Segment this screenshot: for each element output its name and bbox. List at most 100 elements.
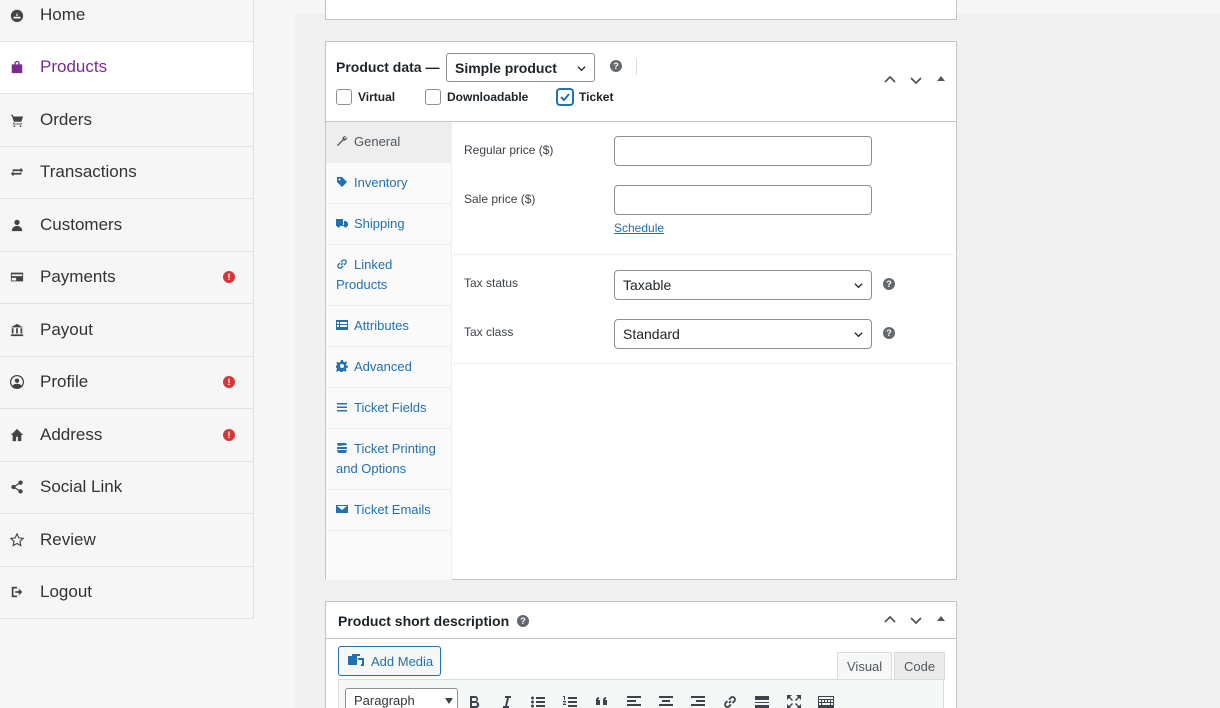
- logout-icon: [10, 585, 24, 599]
- ticket-checkbox-row[interactable]: Ticket: [557, 89, 613, 105]
- alert-badge: !: [223, 271, 235, 284]
- regular-price-label: Regular price ($): [464, 143, 554, 157]
- tab-linked-products[interactable]: Linked Products: [326, 245, 451, 306]
- tab-ticket-emails[interactable]: Ticket Emails: [326, 490, 451, 531]
- bag-icon: [10, 60, 24, 74]
- tax-status-value: Taxable: [623, 277, 672, 293]
- sidebar-item-label: Profile: [40, 372, 89, 392]
- move-down-icon[interactable]: [908, 72, 924, 88]
- add-media-label: Add Media: [371, 653, 434, 669]
- envelope-icon: [336, 501, 348, 513]
- alert-badge: !: [223, 376, 235, 389]
- tab-ticket-printing[interactable]: Ticket Printing and Options: [326, 429, 451, 490]
- help-icon[interactable]: ?: [883, 278, 895, 290]
- chevron-down-icon: [854, 283, 863, 289]
- help-icon[interactable]: ?: [610, 60, 622, 72]
- dashboard-icon: [10, 8, 24, 22]
- tab-advanced[interactable]: Advanced: [326, 347, 451, 388]
- toggle-panel-icon[interactable]: [935, 613, 947, 625]
- tag-icon: [336, 174, 348, 187]
- downloadable-checkbox-row[interactable]: Downloadable: [425, 89, 528, 105]
- add-media-button[interactable]: Add Media: [338, 646, 441, 676]
- downloadable-checkbox[interactable]: [425, 89, 441, 105]
- sidebar-item-customers[interactable]: Customers: [0, 199, 253, 252]
- align-center-icon[interactable]: [657, 693, 675, 708]
- toolbar-toggle-icon[interactable]: [817, 693, 835, 708]
- format-select[interactable]: Paragraph: [345, 688, 458, 708]
- align-left-icon[interactable]: [625, 693, 643, 708]
- read-more-icon[interactable]: [753, 693, 771, 708]
- sidebar-item-orders[interactable]: Orders: [0, 94, 253, 147]
- numbered-list-icon[interactable]: [561, 693, 579, 708]
- sidebar: Home Products Orders Transactions Custom…: [0, 0, 254, 619]
- help-icon[interactable]: ?: [517, 615, 529, 627]
- sidebar-item-products[interactable]: Products: [0, 41, 253, 94]
- divider: [636, 59, 637, 75]
- sidebar-item-address[interactable]: Address !: [0, 409, 253, 462]
- tax-class-label: Tax class: [464, 325, 514, 339]
- sidebar-item-label: Orders: [40, 109, 92, 129]
- cart-icon: [10, 113, 24, 127]
- sidebar-item-profile[interactable]: Profile !: [0, 357, 253, 409]
- tab-label: Inventory: [354, 175, 408, 190]
- sidebar-item-logout[interactable]: Logout: [0, 567, 253, 619]
- gear-icon: [335, 358, 348, 373]
- sidebar-item-label: Payments: [40, 267, 116, 287]
- blockquote-icon[interactable]: [593, 693, 611, 708]
- editor-toolbar: Paragraph: [338, 679, 944, 708]
- sidebar-item-label: Address: [40, 424, 103, 444]
- link-icon[interactable]: [721, 693, 739, 708]
- format-select-value: Paragraph: [354, 693, 415, 708]
- help-icon[interactable]: ?: [883, 327, 895, 339]
- regular-price-input[interactable]: [614, 136, 872, 166]
- product-type-value: Simple product: [455, 60, 557, 76]
- bold-icon[interactable]: [465, 693, 483, 708]
- user-icon: [10, 218, 24, 232]
- fullscreen-icon[interactable]: [785, 693, 803, 708]
- tax-class-select[interactable]: Standard: [614, 319, 872, 349]
- sidebar-item-label: Review: [40, 529, 96, 549]
- virtual-checkbox-row[interactable]: Virtual: [336, 89, 395, 105]
- previous-panel: [325, 0, 957, 20]
- sidebar-item-home[interactable]: Home: [0, 0, 253, 42]
- move-down-icon[interactable]: [908, 612, 924, 628]
- payment-icon: [10, 270, 24, 284]
- ticket-checkbox[interactable]: [557, 89, 573, 105]
- sale-price-input[interactable]: [614, 185, 872, 215]
- sidebar-item-transactions[interactable]: Transactions: [0, 147, 253, 199]
- tab-label: Shipping: [354, 216, 405, 231]
- sidebar-item-payments[interactable]: Payments !: [0, 252, 253, 304]
- tab-inventory[interactable]: Inventory: [326, 163, 451, 204]
- short-description-panel: Product short description ? Add Media Vi…: [325, 601, 957, 708]
- bank-icon: [10, 323, 24, 337]
- sidebar-item-payout[interactable]: Payout: [0, 304, 253, 357]
- tab-ticket-fields[interactable]: Ticket Fields: [326, 388, 451, 429]
- alert-badge: !: [223, 428, 235, 441]
- tab-general[interactable]: General: [326, 122, 451, 163]
- dropdown-arrow-icon: [445, 698, 453, 704]
- sidebar-item-social-link[interactable]: Social Link: [0, 462, 253, 514]
- tab-visual[interactable]: Visual: [837, 652, 893, 680]
- move-up-icon[interactable]: [882, 612, 898, 628]
- product-type-select[interactable]: Simple product: [446, 53, 595, 82]
- tax-status-select[interactable]: Taxable: [614, 270, 872, 300]
- sidebar-item-label: Transactions: [40, 162, 137, 182]
- checkmark-icon: [560, 93, 570, 102]
- virtual-checkbox[interactable]: [336, 89, 352, 105]
- toggle-panel-icon[interactable]: [935, 73, 947, 85]
- sidebar-item-review[interactable]: Review: [0, 514, 253, 567]
- star-icon: [10, 532, 24, 547]
- sidebar-item-label: Home: [40, 4, 86, 24]
- tab-attributes[interactable]: Attributes: [326, 306, 451, 347]
- bullet-list-icon[interactable]: [529, 693, 547, 708]
- schedule-link[interactable]: Schedule: [614, 221, 664, 235]
- virtual-label: Virtual: [358, 90, 396, 104]
- tab-code[interactable]: Code: [894, 652, 946, 680]
- tax-group: Tax status Taxable ? Tax class Standard …: [453, 255, 957, 364]
- align-right-icon[interactable]: [689, 693, 707, 708]
- move-up-icon[interactable]: [882, 72, 898, 88]
- tab-shipping[interactable]: Shipping: [326, 204, 451, 245]
- short-description-title: Product short description: [338, 613, 510, 629]
- italic-icon[interactable]: [497, 693, 515, 708]
- ticket-icon: [336, 440, 348, 453]
